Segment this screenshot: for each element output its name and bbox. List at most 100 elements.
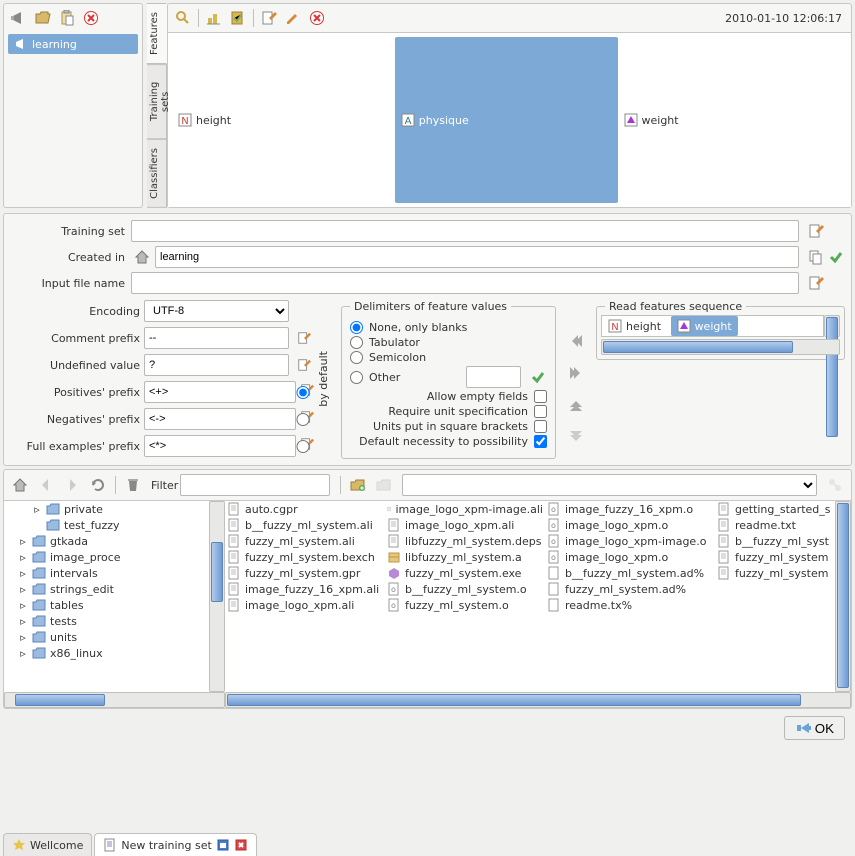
file-item[interactable]: fuzzy_ml_system	[715, 549, 835, 565]
edit-comment-icon[interactable]	[295, 329, 313, 347]
file-list[interactable]: auto.cgprb__fuzzy_ml_system.alifuzzy_ml_…	[225, 501, 835, 692]
file-item[interactable]: oimage_logo_xpm-image.o	[545, 533, 715, 549]
negatives-input[interactable]	[144, 408, 296, 430]
file-item[interactable]: fuzzy_ml_system.ali	[225, 533, 385, 549]
tree-expander-icon[interactable]: ▹	[18, 567, 28, 580]
paste-icon[interactable]	[56, 7, 78, 29]
tab-features[interactable]: Features	[147, 3, 167, 64]
tree-item[interactable]: ▹private	[4, 501, 209, 517]
read-features-hscroll[interactable]	[601, 339, 840, 355]
default-positives-radio[interactable]	[293, 386, 313, 399]
read-features-vscroll[interactable]	[824, 315, 840, 337]
tab-new-training-set[interactable]: New training set	[94, 833, 256, 856]
home-icon[interactable]	[133, 248, 151, 266]
file-item[interactable]: fuzzy_ml_system.gpr	[225, 565, 385, 581]
tab-classifiers[interactable]: Classifiers	[147, 139, 167, 208]
file-item[interactable]: fuzzy_ml_system.ad%	[545, 581, 715, 597]
full-input[interactable]	[144, 435, 296, 457]
file-item[interactable]: fuzzy_ml_system.bexch	[225, 549, 385, 565]
home-btn-icon[interactable]	[9, 474, 31, 496]
tree-item[interactable]: test_fuzzy	[4, 517, 209, 533]
tree-item[interactable]: ▹intervals	[4, 565, 209, 581]
copy-icon[interactable]	[807, 248, 825, 266]
positives-input[interactable]	[144, 381, 296, 403]
tab-welcome[interactable]: Wellcome	[3, 833, 92, 856]
tree-expander-icon[interactable]: ▹	[18, 535, 28, 548]
file-item[interactable]: libfuzzy_ml_system.a	[385, 549, 545, 565]
move-up-icon[interactable]	[565, 394, 587, 416]
move-left-icon[interactable]	[565, 330, 587, 352]
encoding-select[interactable]: UTF-8	[144, 300, 289, 322]
tab-close-icon[interactable]	[234, 838, 248, 852]
input-file-input[interactable]	[131, 272, 799, 294]
created-in-input[interactable]	[155, 246, 799, 268]
tree-expander-icon[interactable]: ▹	[32, 503, 42, 516]
comment-prefix-input[interactable]	[144, 327, 289, 349]
forward-icon[interactable]	[61, 474, 83, 496]
sidebar-item-learning[interactable]: learning	[8, 34, 138, 54]
tree-item[interactable]: ▹tables	[4, 597, 209, 613]
tree-item[interactable]: ▹units	[4, 629, 209, 645]
file-item[interactable]: readme.tx%	[545, 597, 715, 613]
file-item[interactable]: oimage_logo_xpm.o	[545, 549, 715, 565]
tree-expander-icon[interactable]: ▹	[18, 615, 28, 628]
file-item[interactable]: getting_started_s	[715, 501, 835, 517]
refresh-icon[interactable]	[87, 474, 109, 496]
file-item[interactable]: b__fuzzy_ml_system.ali	[225, 517, 385, 533]
delim-other-input[interactable]	[466, 366, 521, 388]
tree-item[interactable]: ▹gtkada	[4, 533, 209, 549]
read-feature-height[interactable]: N height	[602, 316, 667, 336]
back-icon[interactable]	[35, 474, 57, 496]
file-item[interactable]: ofuzzy_ml_system.o	[385, 597, 545, 613]
file-item[interactable]: ob__fuzzy_ml_system.o	[385, 581, 545, 597]
file-item[interactable]: b__fuzzy_ml_syst	[715, 533, 835, 549]
filter-input[interactable]	[180, 474, 330, 496]
file-item[interactable]: image_fuzzy_16_xpm.ali	[225, 581, 385, 597]
units-brackets-checkbox[interactable]	[534, 420, 547, 433]
undefined-input[interactable]	[144, 354, 289, 376]
feature-height[interactable]: N height	[172, 37, 395, 203]
new-folder-icon[interactable]	[347, 474, 369, 496]
tree-item[interactable]: ▹tests	[4, 613, 209, 629]
apply-delim-icon[interactable]	[529, 368, 547, 386]
tree-hscroll[interactable]	[4, 692, 225, 708]
file-item[interactable]: readme.txt	[715, 517, 835, 533]
close-icon[interactable]	[80, 7, 102, 29]
tree-item[interactable]: ▹strings_edit	[4, 581, 209, 597]
delim-other-radio[interactable]	[350, 371, 363, 384]
tab-training-sets[interactable]: Training sets	[147, 64, 167, 139]
announce-icon[interactable]	[8, 7, 30, 29]
trash-icon[interactable]	[122, 474, 144, 496]
tool1-icon[interactable]	[203, 7, 225, 29]
file-item[interactable]: image_logo_xpm.ali	[385, 517, 545, 533]
ok-button[interactable]: OK	[784, 716, 845, 740]
move-down-icon[interactable]	[565, 426, 587, 448]
path-select[interactable]	[402, 474, 817, 496]
default-necessity-checkbox[interactable]	[534, 435, 547, 448]
file-item[interactable]: image_logo_xpm-image.ali	[385, 501, 545, 517]
training-set-input[interactable]	[131, 220, 799, 242]
delim-semi-radio[interactable]	[350, 351, 363, 364]
move-right-icon[interactable]	[565, 362, 587, 384]
tree-item[interactable]: ▹x86_linux	[4, 645, 209, 661]
allow-empty-checkbox[interactable]	[534, 390, 547, 403]
file-item[interactable]: image_logo_xpm.ali	[225, 597, 385, 613]
search-icon[interactable]	[172, 7, 194, 29]
window-restore-icon[interactable]	[216, 838, 230, 852]
require-unit-checkbox[interactable]	[534, 405, 547, 418]
tree-expander-icon[interactable]: ▹	[18, 647, 28, 660]
run-icon[interactable]	[824, 474, 846, 496]
file-item[interactable]: oimage_logo_xpm.o	[545, 517, 715, 533]
tree-item[interactable]: ▹image_proce	[4, 549, 209, 565]
pencil-icon[interactable]	[282, 7, 304, 29]
file-item[interactable]: b__fuzzy_ml_system.ad%	[545, 565, 715, 581]
edit-file-icon[interactable]	[258, 7, 280, 29]
delim-none-radio[interactable]	[350, 321, 363, 334]
file-item[interactable]: libfuzzy_ml_system.deps	[385, 533, 545, 549]
file-item[interactable]: oimage_fuzzy_16_xpm.o	[545, 501, 715, 517]
open-folder-icon[interactable]	[32, 7, 54, 29]
default-full-radio[interactable]	[293, 440, 313, 453]
edit-input-file-icon[interactable]	[807, 274, 825, 292]
delim-tab-radio[interactable]	[350, 336, 363, 349]
file-item[interactable]: fuzzy_ml_system	[715, 565, 835, 581]
